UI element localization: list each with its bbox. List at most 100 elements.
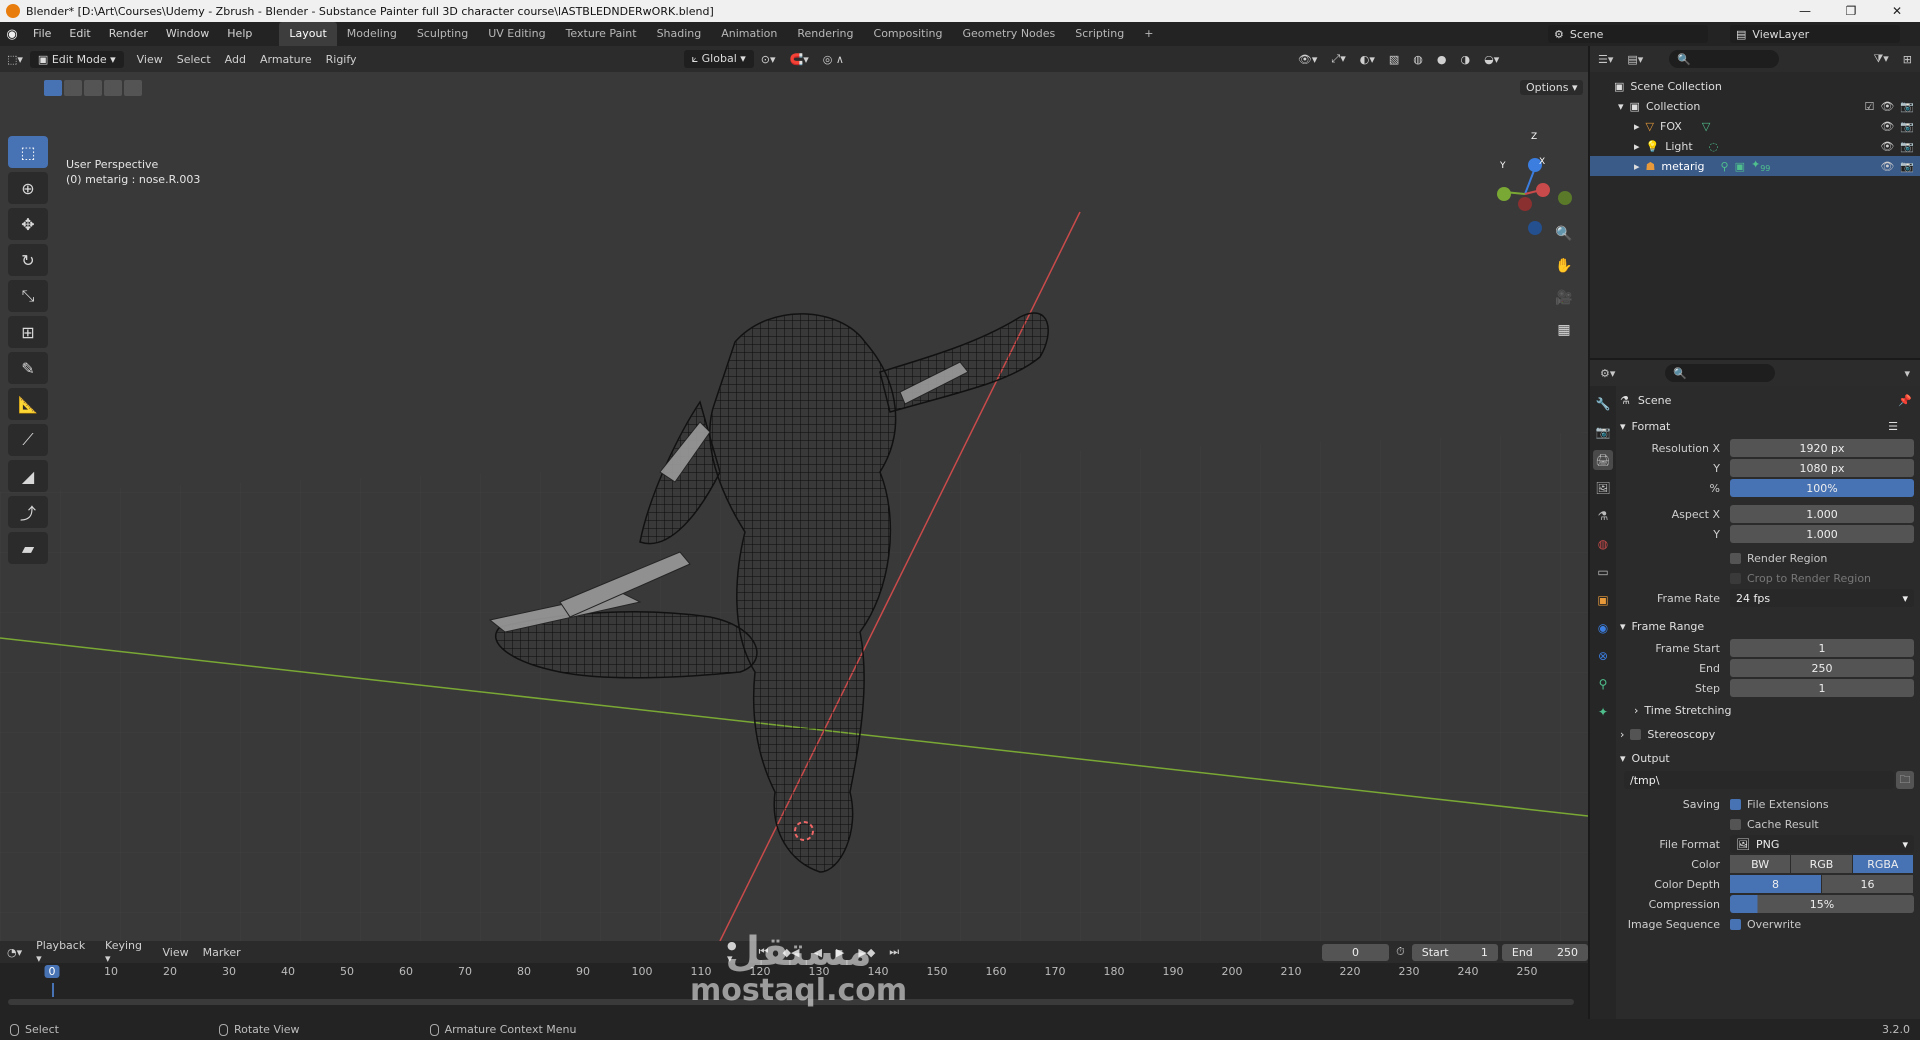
tab-rendering[interactable]: Rendering — [787, 22, 863, 46]
bone-roll-tool-icon[interactable]: ⟋ — [8, 424, 48, 456]
camera-render-icon[interactable]: 📷 — [1900, 100, 1914, 113]
measure-tool-icon[interactable]: 📐 — [8, 388, 48, 420]
expand-icon[interactable]: ▸ — [1634, 160, 1640, 173]
stereoscopy-check[interactable] — [1630, 728, 1642, 740]
color-rgb-option[interactable]: RGB — [1791, 855, 1853, 873]
overlay-toggle-icon[interactable]: ◐▾ — [1353, 53, 1382, 66]
play-reverse-icon[interactable]: ◀ — [806, 946, 828, 959]
eye-icon[interactable]: 👁 — [1880, 120, 1894, 133]
render-region-checkbox[interactable]: Render Region — [1620, 548, 1918, 568]
camera-render-icon[interactable]: 📷 — [1900, 140, 1914, 153]
transform-orientation-dropdown[interactable]: ⟀ Global ▾ — [683, 50, 754, 68]
view-layer-tab-icon[interactable]: 🖼 — [1593, 478, 1613, 498]
start-frame-field[interactable]: Start 1 — [1411, 943, 1498, 961]
extrude-tool-icon[interactable]: ⤴ — [8, 496, 48, 528]
tab-uv-editing[interactable]: UV Editing — [478, 22, 555, 46]
prev-keyframe-icon[interactable]: ◆◀ — [776, 946, 807, 959]
depth-16-option[interactable]: 16 — [1822, 875, 1914, 893]
time-stretching-subpanel[interactable]: › Time Stretching — [1620, 698, 1918, 722]
outliner-search-input[interactable]: 🔍 — [1669, 50, 1780, 68]
outliner-item-light[interactable]: ▸ 💡 Light ◌ 👁 📷 — [1590, 136, 1920, 156]
tab-scripting[interactable]: Scripting — [1065, 22, 1134, 46]
frame-step-field[interactable]: 1 — [1730, 679, 1914, 697]
shading-material-icon[interactable]: ◑ — [1453, 53, 1477, 66]
physics-tab-icon[interactable]: ◉ — [1593, 618, 1613, 638]
record-icon[interactable]: ● ▾ — [720, 939, 752, 965]
world-tab-icon[interactable]: ◍ — [1593, 534, 1613, 554]
timeline-scrollbar[interactable] — [8, 999, 1574, 1005]
presets-icon[interactable]: ☰ — [1888, 420, 1898, 433]
jump-end-icon[interactable]: ⏭ — [882, 945, 906, 959]
filter-icon[interactable]: ⧩▾ — [1867, 52, 1894, 66]
menu-timeline-view[interactable]: View — [155, 946, 195, 959]
aspect-y-field[interactable]: 1.000 — [1730, 525, 1914, 543]
frame-range-panel-header[interactable]: ▾ Frame Range — [1620, 614, 1918, 638]
output-path-field[interactable]: /tmp\ — [1624, 771, 1894, 789]
constraints-tab-icon[interactable]: ⊗ — [1593, 646, 1613, 666]
shading-wireframe-icon[interactable]: ◍ — [1406, 53, 1430, 66]
eye-icon[interactable]: 👁 — [1880, 100, 1894, 113]
menu-add[interactable]: Add — [218, 53, 253, 66]
blender-menu-icon[interactable]: ◉ — [0, 22, 24, 46]
camera-icon[interactable]: 🎥 — [1552, 286, 1576, 310]
format-panel-header[interactable]: ▾ Format ☰ — [1620, 414, 1918, 438]
tab-shading[interactable]: Shading — [647, 22, 712, 46]
menu-marker[interactable]: Marker — [196, 946, 248, 959]
outliner-collection[interactable]: ▾ ▣ Collection ☑ 👁 📷 — [1590, 96, 1920, 116]
menu-view[interactable]: View — [130, 53, 170, 66]
3d-viewport[interactable]: ⬚▾ ▣ Edit Mode ▾ View Select Add Armatur… — [0, 46, 1588, 941]
frame-ruler[interactable]: 0 10 20 30 40 50 60 70 80 90 100 110 120 130 140 150 160… — [0, 965, 1588, 983]
eye-icon[interactable]: 👁 — [1880, 160, 1894, 173]
menu-rigify[interactable]: Rigify — [319, 53, 364, 66]
outliner-editor-icon[interactable]: ☰▾ — [1590, 53, 1621, 66]
maximize-button[interactable]: ❐ — [1828, 0, 1874, 22]
shear-tool-icon[interactable]: ▰ — [8, 532, 48, 564]
new-collection-icon[interactable]: ⊞ — [1895, 53, 1920, 66]
proportional-edit-icon[interactable]: ◎ ∧ — [816, 53, 851, 66]
scene-tab-icon[interactable]: ⚗ — [1593, 506, 1613, 526]
menu-edit[interactable]: Edit — [60, 22, 99, 46]
mode-dropdown[interactable]: ▣ Edit Mode ▾ — [29, 50, 124, 68]
jump-start-icon[interactable]: ⏮ — [752, 945, 776, 959]
exclude-checkbox[interactable]: ☑ — [1864, 100, 1874, 113]
menu-keying[interactable]: Keying ▾ — [98, 939, 155, 965]
frame-end-field[interactable]: 250 — [1730, 659, 1914, 677]
move-tool-icon[interactable]: ✥ — [8, 208, 48, 240]
render-tab-icon[interactable]: 📷 — [1593, 422, 1613, 442]
viewport-canvas[interactable]: Z Y X User Perspective (0) metarig : nos… — [0, 72, 1588, 941]
rotate-tool-icon[interactable]: ↻ — [8, 244, 48, 276]
file-extensions-check[interactable] — [1730, 798, 1741, 810]
eye-icon[interactable]: 👁 — [1880, 140, 1894, 153]
expand-icon[interactable]: ▸ — [1634, 120, 1640, 133]
annotate-tool-icon[interactable]: ✎ — [8, 352, 48, 384]
editor-type-icon[interactable]: ⬚▾ — [0, 53, 30, 66]
display-mode-icon[interactable]: ▤▾ — [1621, 53, 1649, 66]
outliner-item-fox[interactable]: ▸ ▽ FOX ▽ 👁 📷 — [1590, 116, 1920, 136]
select-new-icon[interactable] — [44, 80, 62, 96]
menu-help[interactable]: Help — [218, 22, 261, 46]
compression-slider[interactable]: 15% — [1730, 895, 1914, 913]
select-intersect-icon[interactable] — [124, 80, 142, 96]
overwrite-check[interactable] — [1730, 918, 1741, 930]
select-extend-icon[interactable] — [64, 80, 82, 96]
frame-rate-dropdown[interactable]: 24 fps ▾ — [1730, 589, 1914, 607]
bone-tab-icon[interactable]: ✦ — [1593, 702, 1613, 722]
visibility-icon[interactable]: 👁▾ — [1291, 53, 1325, 66]
select-invert-icon[interactable] — [104, 80, 122, 96]
color-rgba-option[interactable]: RGBA — [1852, 855, 1914, 873]
frame-start-field[interactable]: 1 — [1730, 639, 1914, 657]
gizmo-toggle-icon[interactable]: ⤢▾ — [1324, 52, 1352, 66]
properties-options-icon[interactable]: ▾ — [1894, 367, 1920, 380]
camera-render-icon[interactable]: 📷 — [1900, 160, 1914, 173]
minimize-button[interactable]: — — [1782, 0, 1828, 22]
timeline-editor-icon[interactable]: ◔▾ — [0, 946, 29, 959]
xray-icon[interactable]: ▧ — [1382, 53, 1406, 66]
scale-tool-icon[interactable]: ⤡ — [8, 280, 48, 312]
resolution-y-field[interactable]: 1080 px — [1730, 459, 1914, 477]
pivot-icon[interactable]: ⊙▾ — [754, 53, 783, 66]
expand-icon[interactable]: ▸ — [1634, 140, 1640, 153]
stopwatch-icon[interactable]: ⏱ — [1389, 945, 1412, 959]
cache-result-check[interactable] — [1730, 818, 1741, 830]
tab-animation[interactable]: Animation — [711, 22, 787, 46]
menu-file[interactable]: File — [24, 22, 60, 46]
